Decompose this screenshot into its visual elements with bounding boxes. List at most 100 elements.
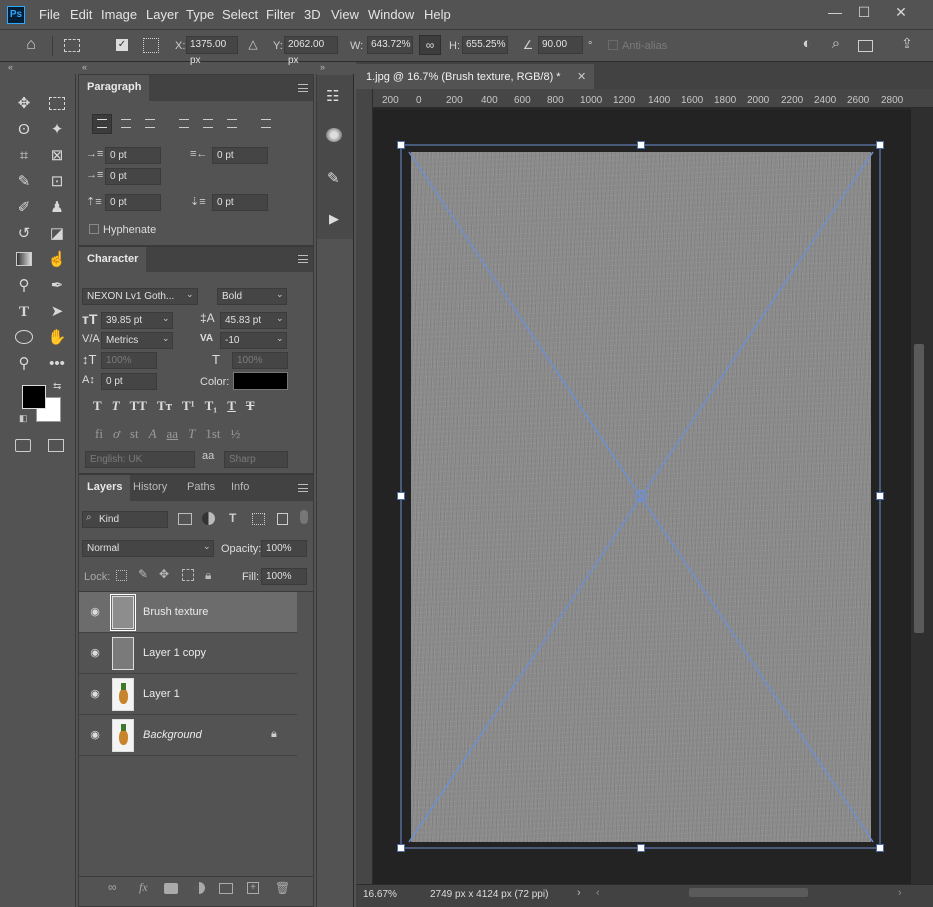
panel-menu-icon[interactable] bbox=[298, 255, 308, 263]
smart-object-filter-icon[interactable] bbox=[277, 513, 288, 525]
search-icon[interactable]: ⌕ bbox=[825, 35, 847, 52]
opacity-field[interactable]: 100% bbox=[261, 540, 307, 557]
lock-pixels-icon[interactable]: ✎ bbox=[138, 567, 148, 581]
default-colors-icon[interactable]: ◧ bbox=[19, 413, 28, 424]
width-field[interactable]: 643.72% bbox=[367, 36, 413, 54]
delete-layer-icon[interactable]: 🗑︎ bbox=[275, 881, 290, 895]
x-position-field[interactable]: 1375.00 px bbox=[186, 36, 238, 66]
move-tool-preset-icon[interactable] bbox=[64, 39, 80, 52]
dodge-tool-icon[interactable]: ⚲ bbox=[13, 275, 35, 297]
panel-menu-icon[interactable] bbox=[298, 84, 308, 92]
path-selection-tool-icon[interactable]: ➤ bbox=[46, 301, 68, 323]
language-select[interactable]: English: UK bbox=[85, 451, 195, 468]
indent-right-field[interactable]: 0 pt bbox=[212, 147, 268, 164]
menu-help[interactable]: Help bbox=[424, 7, 451, 22]
tab-info[interactable]: Info bbox=[231, 481, 249, 493]
horizontal-scroll-thumb[interactable] bbox=[689, 888, 808, 897]
crop-tool-icon[interactable]: ⌗ bbox=[13, 145, 35, 167]
transform-handle-right[interactable] bbox=[876, 492, 884, 500]
lock-all-icon[interactable]: 🔒︎ bbox=[205, 568, 211, 583]
superscript-button[interactable]: T¹ bbox=[182, 398, 195, 414]
frame-tool-icon[interactable]: ⊠ bbox=[46, 145, 68, 167]
magic-wand-tool-icon[interactable]: ✦ bbox=[46, 119, 68, 141]
transform-handle-bottom-left[interactable] bbox=[397, 844, 405, 852]
spot-healing-tool-icon[interactable]: ⊡ bbox=[46, 171, 68, 193]
menu-file[interactable]: File bbox=[39, 7, 60, 22]
workspace-icon[interactable] bbox=[858, 40, 873, 52]
layer-row[interactable]: ◉ Brush texture bbox=[79, 592, 297, 633]
scroll-left-icon[interactable]: ‹ bbox=[596, 887, 600, 899]
faux-italic-button[interactable]: T bbox=[112, 398, 120, 414]
link-icon[interactable]: ∞ bbox=[419, 35, 441, 55]
gradient-tool-icon[interactable] bbox=[16, 252, 32, 266]
reference-point-icon[interactable] bbox=[143, 38, 159, 53]
menu-window[interactable]: Window bbox=[368, 7, 414, 22]
text-color-swatch[interactable] bbox=[233, 372, 288, 390]
justify-center-icon[interactable] bbox=[203, 119, 213, 128]
quick-mask-icon[interactable] bbox=[15, 439, 31, 452]
antialias-select[interactable]: Sharp bbox=[224, 451, 288, 468]
underline-button[interactable]: T bbox=[227, 398, 236, 414]
pen-tool-icon[interactable]: ✒ bbox=[46, 275, 68, 297]
zoom-tool-icon[interactable]: ⚲ bbox=[13, 353, 35, 375]
align-center-icon[interactable] bbox=[121, 119, 131, 128]
subscript-button[interactable]: T₁ bbox=[205, 398, 218, 414]
transform-handle-top-right[interactable] bbox=[876, 141, 884, 149]
height-field[interactable]: 655.25% bbox=[462, 36, 508, 54]
shape-layer-filter-icon[interactable] bbox=[252, 513, 265, 525]
swash-button[interactable]: st bbox=[130, 426, 139, 442]
maximize-button[interactable]: ☐ bbox=[852, 4, 876, 21]
menu-view[interactable]: View bbox=[331, 7, 359, 22]
transform-handle-bottom-right[interactable] bbox=[876, 844, 884, 852]
history-brush-tool-icon[interactable]: ↺ bbox=[13, 223, 35, 245]
collapse-tools-icon[interactable]: « bbox=[8, 62, 13, 72]
transform-handle-left[interactable] bbox=[397, 492, 405, 500]
hyphenate-checkbox[interactable] bbox=[89, 224, 99, 234]
reference-point-checkbox[interactable]: ✓ bbox=[116, 39, 128, 51]
tab-paragraph[interactable]: Paragraph bbox=[79, 75, 150, 101]
zoom-level[interactable]: 16.67% bbox=[363, 889, 397, 900]
link-layers-icon[interactable]: ∞ bbox=[108, 880, 117, 894]
new-layer-icon[interactable]: + bbox=[247, 882, 259, 894]
antialias-checkbox[interactable] bbox=[608, 40, 618, 50]
close-tab-icon[interactable]: ✕ bbox=[577, 70, 586, 83]
menu-image[interactable]: Image bbox=[101, 7, 137, 22]
marquee-tool-icon[interactable] bbox=[49, 97, 65, 110]
move-tool-icon[interactable]: ✥ bbox=[13, 93, 35, 115]
pixel-layer-filter-icon[interactable] bbox=[178, 513, 192, 525]
close-button[interactable]: ✕ bbox=[889, 4, 913, 21]
vertical-scale-field[interactable]: 100% bbox=[101, 352, 157, 369]
share-icon[interactable]: ⇪ bbox=[896, 35, 918, 52]
lock-transparent-icon[interactable] bbox=[116, 570, 127, 581]
y-position-field[interactable]: 2062.00 px bbox=[284, 36, 338, 66]
lasso-tool-icon[interactable]: ʘ bbox=[13, 119, 35, 141]
menu-edit[interactable]: Edit bbox=[70, 7, 92, 22]
menu-layer[interactable]: Layer bbox=[146, 7, 179, 22]
vertical-scroll-thumb[interactable] bbox=[914, 344, 924, 633]
layer-row[interactable]: ◉ Layer 1 bbox=[79, 674, 297, 715]
expand-dock-icon[interactable]: » bbox=[320, 62, 325, 72]
collapse-panels-icon[interactable]: « bbox=[82, 62, 87, 72]
color-icon[interactable] bbox=[326, 128, 342, 142]
adjustments-icon[interactable]: ☷ bbox=[326, 87, 339, 105]
relative-position-icon[interactable]: △ bbox=[246, 37, 260, 51]
titling-alternates-button[interactable]: aa bbox=[167, 426, 179, 442]
justify-right-icon[interactable] bbox=[227, 119, 237, 128]
visibility-eye-icon[interactable]: ◉ bbox=[88, 646, 102, 660]
blend-mode-select[interactable]: Normal bbox=[82, 540, 214, 557]
clone-stamp-tool-icon[interactable]: ♟ bbox=[46, 197, 68, 219]
font-family-select[interactable]: NEXON Lv1 Goth... bbox=[82, 288, 198, 305]
add-mask-icon[interactable] bbox=[164, 883, 178, 894]
more-tools-icon[interactable]: ••• bbox=[46, 353, 68, 375]
rotate-angle-field[interactable]: 90.00 bbox=[538, 36, 583, 54]
tab-history[interactable]: History bbox=[133, 481, 167, 493]
menu-3d[interactable]: 3D bbox=[304, 7, 321, 22]
lock-artboard-icon[interactable] bbox=[182, 569, 194, 581]
visibility-eye-icon[interactable]: ◉ bbox=[88, 605, 102, 619]
menu-type[interactable]: Type bbox=[186, 7, 214, 22]
ligatures-button[interactable]: fi bbox=[95, 426, 103, 442]
strikethrough-button[interactable]: T bbox=[246, 398, 255, 414]
home-icon[interactable]: ⌂ bbox=[20, 36, 42, 56]
ellipse-tool-icon[interactable] bbox=[15, 330, 33, 344]
status-menu-arrow-icon[interactable]: › bbox=[577, 887, 581, 899]
